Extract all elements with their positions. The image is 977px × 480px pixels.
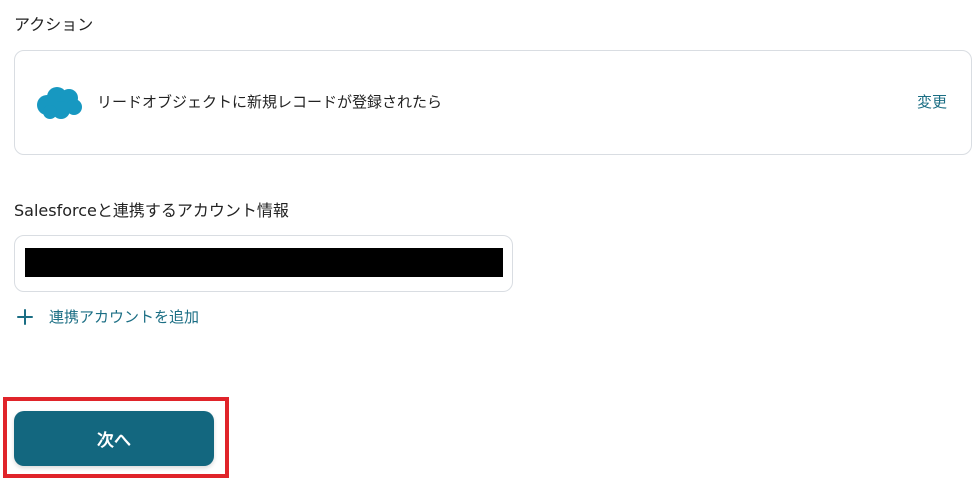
account-section-label: Salesforceと連携するアカウント情報 bbox=[14, 201, 289, 220]
salesforce-cloud-icon bbox=[37, 87, 82, 119]
action-card: リードオブジェクトに新規レコードが登録されたら 変更 bbox=[14, 50, 972, 155]
action-section-label: アクション bbox=[14, 15, 94, 34]
add-account-link[interactable]: 連携アカウントを追加 bbox=[16, 306, 199, 328]
redacted-account-value bbox=[25, 248, 503, 277]
account-select-field[interactable] bbox=[14, 235, 513, 292]
change-action-link[interactable]: 変更 bbox=[917, 92, 947, 112]
add-account-label: 連携アカウントを追加 bbox=[49, 308, 200, 326]
trigger-description: リードオブジェクトに新規レコードが登録されたら bbox=[97, 93, 443, 111]
plus-icon bbox=[17, 309, 33, 325]
next-button[interactable]: 次へ bbox=[14, 411, 214, 466]
